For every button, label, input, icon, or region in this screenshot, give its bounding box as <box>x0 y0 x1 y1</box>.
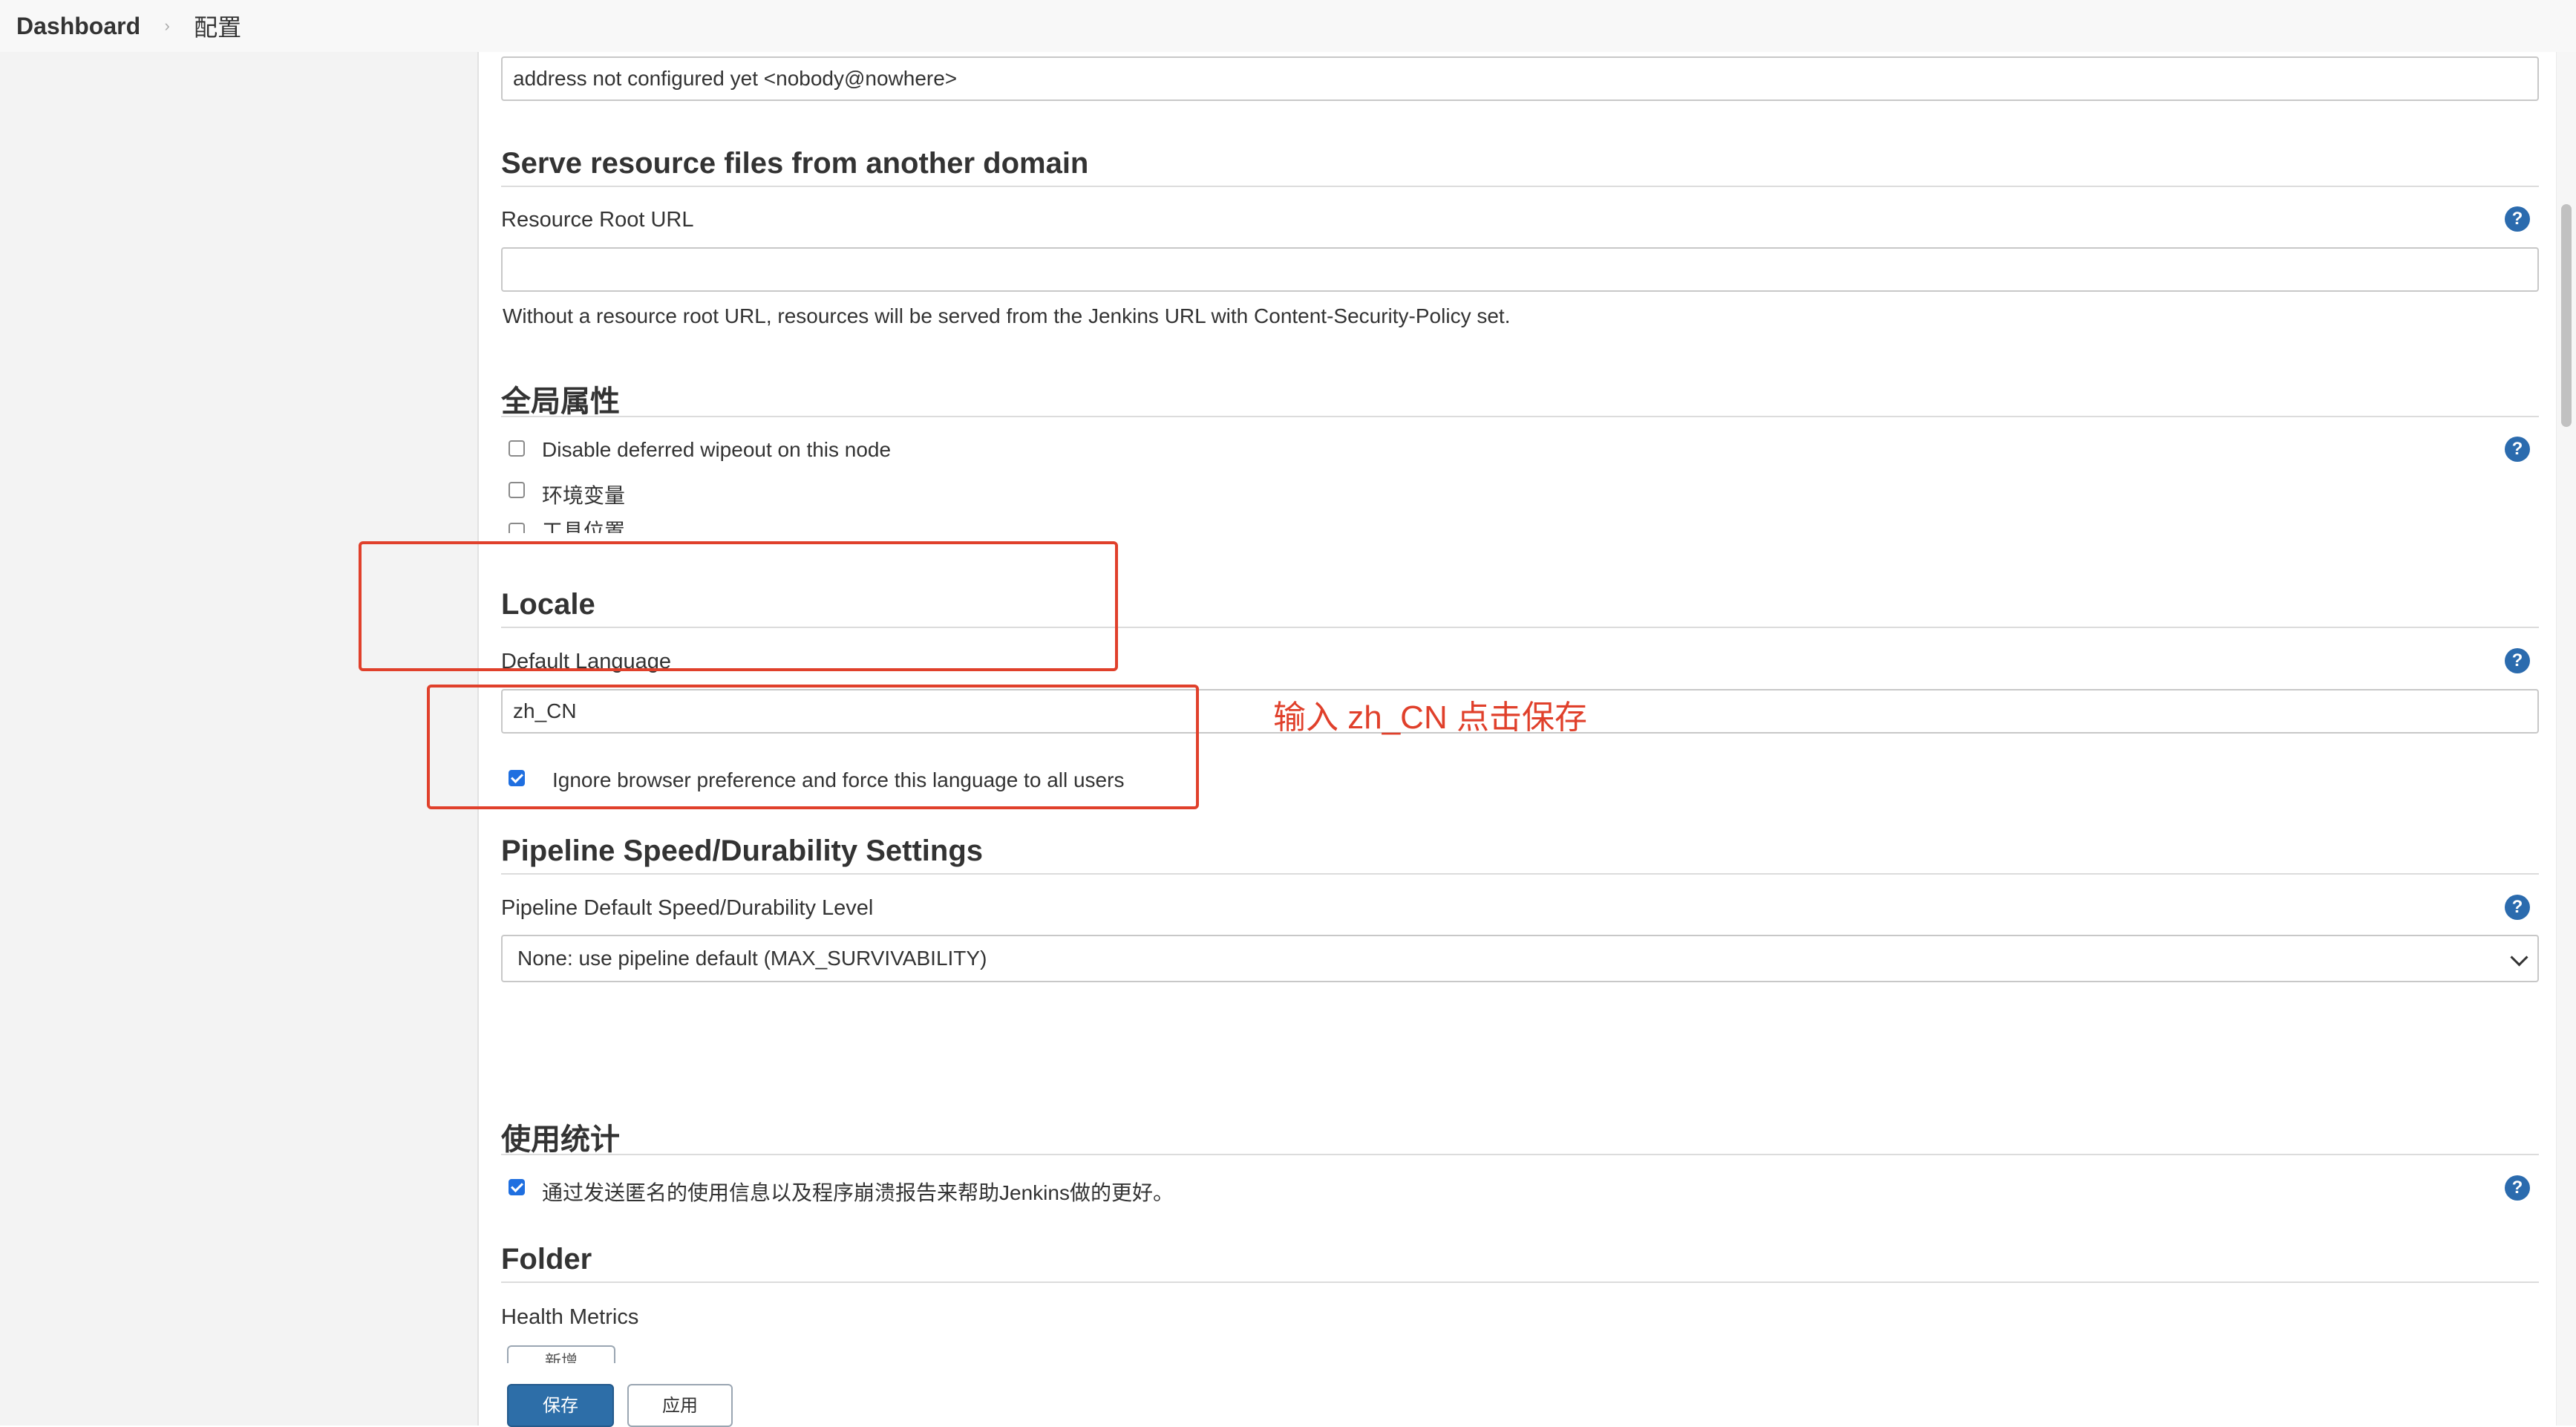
annotation-instruction: 输入 zh_CN 点击保存 <box>1273 699 1587 736</box>
usage-statistics-label: 通过发送匿名的使用信息以及程序崩溃报告来帮助Jenkins做的更好。 <box>542 1181 1174 1204</box>
environment-variables-label: 环境变量 <box>542 484 626 507</box>
disable-deferred-wipeout-checkbox[interactable] <box>509 440 525 457</box>
resource-root-url-description: Without a resource root URL, resources w… <box>503 304 1511 327</box>
section-title-usage-statistics: 使用统计 <box>501 1123 620 1156</box>
tool-locations-checkbox[interactable] <box>509 523 525 533</box>
section-title-global-properties: 全局属性 <box>501 385 620 418</box>
help-icon[interactable]: ? <box>2505 1175 2530 1201</box>
help-icon[interactable]: ? <box>2505 437 2530 462</box>
help-icon[interactable]: ? <box>2505 648 2530 673</box>
breadcrumb-separator-icon: › <box>164 16 170 35</box>
section-title-folder: Folder <box>501 1243 592 1276</box>
section-title-pipeline: Pipeline Speed/Durability Settings <box>501 835 984 867</box>
save-button[interactable]: 保存 <box>507 1384 614 1427</box>
scrollbar-thumb[interactable] <box>2561 204 2572 427</box>
section-divider <box>501 1281 2539 1283</box>
add-health-metric-button[interactable]: 新增 <box>507 1345 615 1363</box>
resource-root-url-label: Resource Root URL <box>501 208 694 232</box>
section-divider <box>501 873 2539 875</box>
side-panel <box>0 52 479 1426</box>
section-title-resource-domain: Serve resource files from another domain <box>501 147 1089 180</box>
breadcrumb-dashboard[interactable]: Dashboard <box>16 13 140 40</box>
tool-locations-label: 工具位置 <box>542 520 626 533</box>
section-divider <box>501 416 2539 417</box>
annotation-box-locale <box>359 541 1118 671</box>
breadcrumb-current: 配置 <box>194 14 242 41</box>
apply-button[interactable]: 应用 <box>627 1384 733 1427</box>
usage-statistics-checkbox[interactable] <box>509 1179 525 1195</box>
help-icon[interactable]: ? <box>2505 895 2530 920</box>
annotation-box-language-input <box>427 685 1199 809</box>
chevron-down-icon <box>2510 948 2528 967</box>
admin-email-input[interactable]: address not configured yet <nobody@nowhe… <box>501 56 2539 101</box>
help-icon[interactable]: ? <box>2505 206 2530 232</box>
resource-root-url-input[interactable] <box>501 247 2539 292</box>
pipeline-durability-selected: None: use pipeline default (MAX_SURVIVAB… <box>517 947 987 970</box>
pipeline-durability-label: Pipeline Default Speed/Durability Level <box>501 896 874 920</box>
section-divider <box>501 1154 2539 1155</box>
health-metrics-label: Health Metrics <box>501 1305 639 1329</box>
pipeline-durability-select[interactable]: None: use pipeline default (MAX_SURVIVAB… <box>501 935 2539 982</box>
section-divider <box>501 186 2539 187</box>
breadcrumb-bar: Dashboard › 配置 <box>0 0 2576 52</box>
disable-deferred-wipeout-label: Disable deferred wipeout on this node <box>542 438 892 461</box>
environment-variables-checkbox[interactable] <box>509 482 525 498</box>
